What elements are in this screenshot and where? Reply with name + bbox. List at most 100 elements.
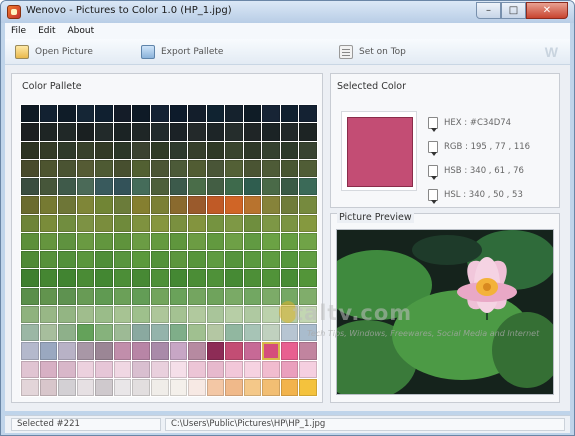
palette-swatch[interactable] — [58, 141, 76, 159]
palette-swatch[interactable] — [150, 287, 169, 305]
palette-swatch[interactable] — [299, 159, 317, 177]
palette-swatch[interactable] — [280, 251, 299, 269]
palette-swatch[interactable] — [169, 342, 188, 360]
palette-swatch[interactable] — [188, 196, 206, 214]
palette-swatch[interactable] — [21, 360, 39, 378]
palette-swatch[interactable] — [95, 251, 113, 269]
palette-swatch[interactable] — [113, 105, 132, 123]
palette-swatch[interactable] — [132, 214, 150, 232]
palette-swatch[interactable] — [95, 378, 113, 396]
palette-swatch[interactable] — [58, 196, 76, 214]
palette-swatch[interactable] — [58, 232, 76, 250]
palette-swatch[interactable] — [225, 196, 243, 214]
palette-swatch[interactable] — [113, 214, 132, 232]
export-pallete-button[interactable]: Export Pallete — [141, 44, 223, 60]
palette-swatch[interactable] — [299, 178, 317, 196]
palette-swatch[interactable] — [243, 287, 262, 305]
palette-swatch[interactable] — [113, 196, 132, 214]
palette-swatch[interactable] — [132, 269, 150, 287]
palette-swatch[interactable] — [132, 141, 150, 159]
copy-hsl-icon[interactable] — [428, 189, 438, 204]
palette-swatch[interactable] — [225, 324, 243, 342]
palette-swatch[interactable] — [113, 324, 132, 342]
palette-swatch[interactable] — [280, 342, 299, 360]
palette-swatch[interactable] — [299, 360, 317, 378]
palette-swatch[interactable] — [206, 287, 225, 305]
palette-swatch[interactable] — [113, 178, 132, 196]
palette-swatch[interactable] — [169, 232, 188, 250]
palette-swatch[interactable] — [206, 141, 225, 159]
palette-swatch[interactable] — [262, 178, 280, 196]
palette-swatch[interactable] — [58, 178, 76, 196]
palette-swatch[interactable] — [243, 305, 262, 323]
palette-swatch[interactable] — [169, 251, 188, 269]
palette-swatch[interactable] — [299, 287, 317, 305]
palette-swatch[interactable] — [280, 123, 299, 141]
menu-about[interactable]: About — [62, 26, 101, 36]
palette-swatch[interactable] — [280, 105, 299, 123]
palette-swatch[interactable] — [39, 123, 58, 141]
palette-swatch[interactable] — [299, 105, 317, 123]
palette-swatch[interactable] — [39, 159, 58, 177]
palette-swatch[interactable] — [206, 232, 225, 250]
palette-swatch[interactable] — [169, 360, 188, 378]
palette-swatch[interactable] — [21, 196, 39, 214]
palette-swatch[interactable] — [113, 360, 132, 378]
palette-swatch[interactable] — [225, 105, 243, 123]
palette-swatch[interactable] — [206, 214, 225, 232]
palette-swatch[interactable] — [150, 159, 169, 177]
palette-swatch[interactable] — [39, 305, 58, 323]
palette-swatch[interactable] — [188, 342, 206, 360]
palette-swatch[interactable] — [299, 141, 317, 159]
palette-swatch[interactable] — [206, 105, 225, 123]
palette-swatch[interactable] — [132, 251, 150, 269]
palette-swatch[interactable] — [262, 287, 280, 305]
palette-swatch[interactable] — [95, 178, 113, 196]
palette-swatch[interactable] — [76, 342, 95, 360]
palette-swatch[interactable] — [262, 342, 280, 360]
palette-swatch[interactable] — [206, 378, 225, 396]
palette-swatch[interactable] — [58, 159, 76, 177]
palette-swatch[interactable] — [95, 141, 113, 159]
palette-swatch[interactable] — [280, 360, 299, 378]
palette-swatch[interactable] — [113, 232, 132, 250]
palette-swatch[interactable] — [58, 360, 76, 378]
palette-swatch[interactable] — [225, 269, 243, 287]
palette-swatch[interactable] — [243, 232, 262, 250]
palette-swatch[interactable] — [150, 105, 169, 123]
palette-swatch[interactable] — [21, 141, 39, 159]
palette-swatch[interactable] — [150, 360, 169, 378]
palette-swatch[interactable] — [188, 269, 206, 287]
palette-swatch[interactable] — [21, 269, 39, 287]
palette-swatch[interactable] — [299, 232, 317, 250]
palette-swatch[interactable] — [76, 105, 95, 123]
palette-swatch[interactable] — [169, 214, 188, 232]
palette-swatch[interactable] — [132, 232, 150, 250]
palette-swatch[interactable] — [225, 378, 243, 396]
palette-swatch[interactable] — [58, 214, 76, 232]
palette-swatch[interactable] — [113, 378, 132, 396]
palette-swatch[interactable] — [39, 141, 58, 159]
copy-hex-icon[interactable] — [428, 117, 438, 132]
palette-swatch[interactable] — [21, 305, 39, 323]
palette-swatch[interactable] — [132, 305, 150, 323]
palette-swatch[interactable] — [150, 378, 169, 396]
open-picture-button[interactable]: Open Picture — [15, 44, 93, 60]
palette-swatch[interactable] — [150, 178, 169, 196]
palette-swatch[interactable] — [169, 141, 188, 159]
palette-swatch[interactable] — [206, 178, 225, 196]
palette-swatch[interactable] — [280, 178, 299, 196]
palette-swatch[interactable] — [280, 269, 299, 287]
palette-swatch[interactable] — [262, 141, 280, 159]
palette-swatch[interactable] — [132, 378, 150, 396]
palette-swatch[interactable] — [280, 287, 299, 305]
palette-swatch[interactable] — [206, 305, 225, 323]
palette-swatch[interactable] — [262, 378, 280, 396]
palette-swatch[interactable] — [113, 269, 132, 287]
palette-swatch[interactable] — [113, 287, 132, 305]
palette-swatch[interactable] — [58, 342, 76, 360]
palette-swatch[interactable] — [132, 360, 150, 378]
palette-swatch[interactable] — [39, 232, 58, 250]
palette-swatch[interactable] — [95, 214, 113, 232]
palette-swatch[interactable] — [76, 269, 95, 287]
